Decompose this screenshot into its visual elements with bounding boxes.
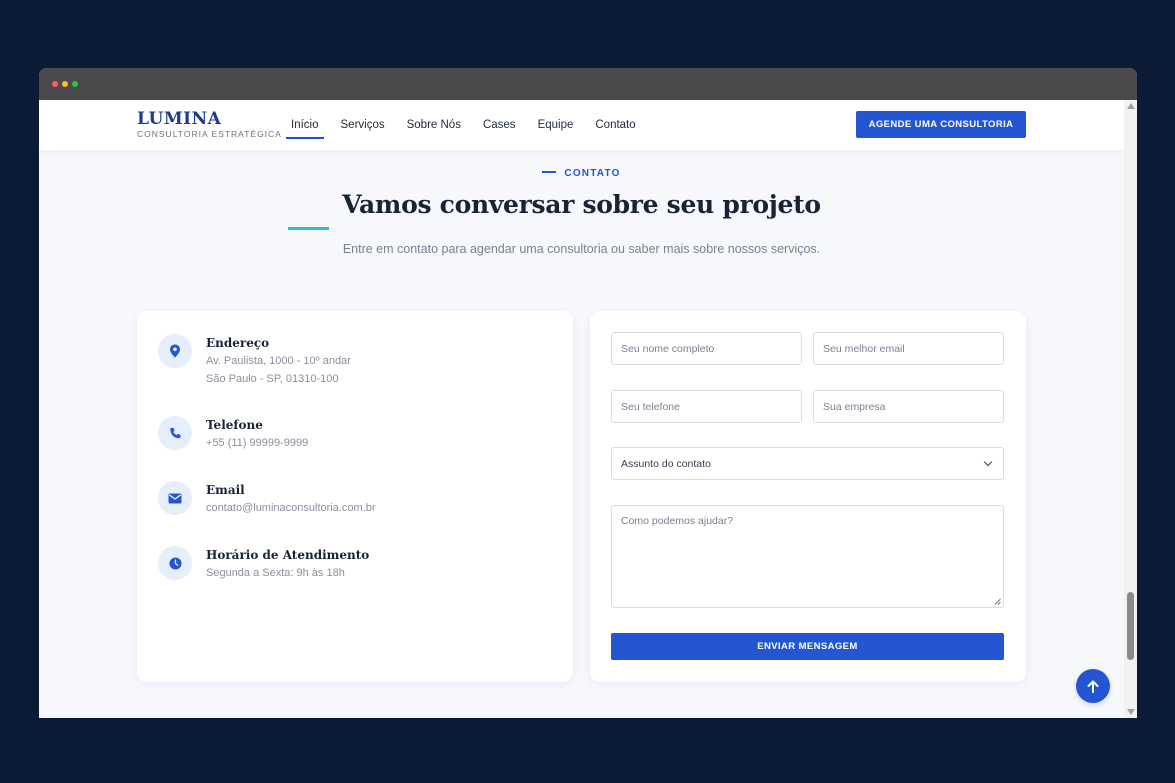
contact-info-card: Endereço Av. Paulista, 1000 - 10º andar …: [137, 311, 573, 682]
subject-select[interactable]: Assunto do contato: [611, 447, 1004, 480]
send-message-button[interactable]: ENVIAR MENSAGEM: [611, 633, 1004, 660]
section-eyebrow: CONTATO: [39, 168, 1124, 179]
scrollbar-thumb[interactable]: [1127, 592, 1134, 660]
clock-icon: [158, 546, 192, 580]
brand-logo[interactable]: LUMINA CONSULTORIA ESTRATÉGICA: [137, 109, 282, 139]
address-text: Endereço Av. Paulista, 1000 - 10º andar …: [206, 334, 546, 388]
back-to-top-button[interactable]: [1076, 669, 1110, 703]
subject-select-value: Assunto do contato: [621, 457, 711, 470]
hours-title: Horário de Atendimento: [206, 548, 370, 562]
heading-accent-line: [288, 227, 329, 230]
section-heading: Vamos conversar sobre seu projeto: [342, 190, 821, 219]
minimize-window-dot[interactable]: [62, 81, 68, 87]
resize-grip-icon[interactable]: [994, 598, 1001, 605]
phone-input[interactable]: [611, 390, 802, 423]
address-line-1: Av. Paulista, 1000 - 10º andar: [206, 355, 351, 367]
main-nav: Início Serviços Sobre Nós Cases Equipe C…: [286, 100, 658, 150]
message-field-wrapper: [611, 505, 1004, 608]
map-pin-icon: [158, 334, 192, 368]
arrow-up-icon: [1087, 680, 1099, 693]
hours-value: Segunda a Sexta: 9h às 18h: [206, 567, 345, 579]
email-title: Email: [206, 483, 245, 497]
email-input[interactable]: [813, 332, 1004, 365]
maximize-window-dot[interactable]: [72, 81, 78, 87]
brand-name: LUMINA: [137, 109, 222, 129]
phone-text: Telefone +55 (11) 99999-9999: [206, 416, 546, 452]
hours-text: Horário de Atendimento Segunda a Sexta: …: [206, 546, 546, 582]
company-input[interactable]: [813, 390, 1004, 423]
envelope-icon: [158, 481, 192, 515]
chevron-down-icon: [983, 457, 993, 467]
nav-link-sobre-nos[interactable]: Sobre Nós: [407, 100, 461, 150]
navbar: LUMINA CONSULTORIA ESTRATÉGICA Início Se…: [39, 100, 1124, 150]
email-address: contato@luminaconsultoria.com.br: [206, 502, 376, 514]
address-line-2: São Paulo - SP, 01310-100: [206, 373, 339, 385]
eyebrow-dash: [542, 171, 557, 174]
close-window-dot[interactable]: [52, 81, 58, 87]
browser-window: LUMINA CONSULTORIA ESTRATÉGICA Início Se…: [39, 68, 1137, 718]
nav-link-servicos[interactable]: Serviços: [341, 100, 385, 150]
nav-link-contato[interactable]: Contato: [595, 100, 635, 150]
nav-link-inicio[interactable]: Início: [286, 100, 323, 150]
section-subtitle: Entre em contato para agendar uma consul…: [342, 242, 821, 256]
address-title: Endereço: [206, 336, 270, 350]
scroll-up-arrow-icon[interactable]: [1127, 103, 1135, 109]
scroll-down-arrow-icon[interactable]: [1127, 709, 1135, 715]
message-textarea[interactable]: [611, 505, 1004, 608]
schedule-consultation-button[interactable]: AGENDE UMA CONSULTORIA: [856, 111, 1026, 138]
full-name-input[interactable]: [611, 332, 802, 365]
nav-link-equipe[interactable]: Equipe: [538, 100, 574, 150]
contact-form-card: Assunto do contato ENVIAR MENSAGEM: [590, 311, 1026, 682]
email-text: Email contato@luminaconsultoria.com.br: [206, 481, 546, 517]
phone-number: +55 (11) 99999-9999: [206, 437, 309, 449]
brand-tagline: CONSULTORIA ESTRATÉGICA: [137, 129, 282, 139]
vertical-scrollbar[interactable]: [1124, 100, 1137, 718]
phone-icon: [158, 416, 192, 450]
section-eyebrow-label: CONTATO: [564, 168, 621, 179]
nav-link-cases[interactable]: Cases: [483, 100, 516, 150]
phone-title: Telefone: [206, 418, 263, 432]
window-titlebar: [39, 68, 1137, 100]
page-viewport: LUMINA CONSULTORIA ESTRATÉGICA Início Se…: [39, 100, 1124, 718]
